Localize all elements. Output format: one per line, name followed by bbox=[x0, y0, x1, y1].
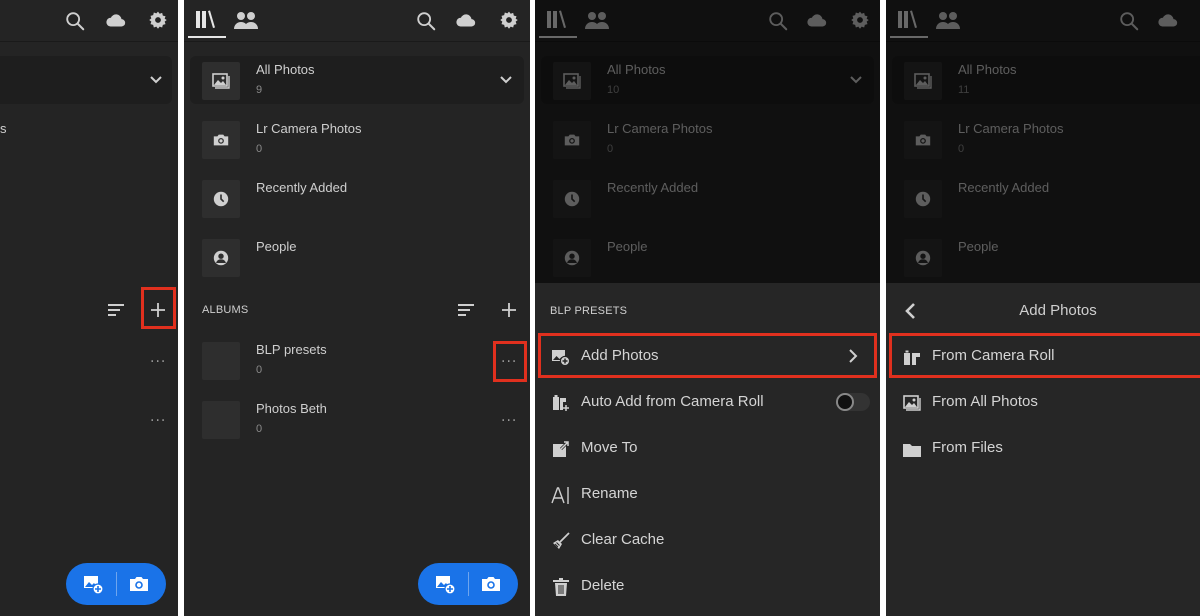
highlight-box bbox=[141, 287, 176, 329]
album-count: 0 bbox=[256, 364, 263, 376]
highlight-box bbox=[493, 341, 527, 382]
chevron-down-icon[interactable] bbox=[148, 72, 164, 88]
row-count: 0 bbox=[256, 143, 263, 155]
auto-add-toggle[interactable] bbox=[836, 393, 870, 411]
albums-heading: ALBUMS bbox=[202, 304, 249, 316]
row-title: Lr Camera Photos bbox=[256, 121, 362, 136]
top-bar bbox=[184, 0, 530, 42]
sort-icon[interactable] bbox=[456, 300, 476, 320]
sheet-title: BLP PRESETS bbox=[550, 305, 628, 317]
menu-item-auto-add[interactable]: Auto Add from Camera Roll bbox=[535, 381, 880, 425]
menu-label: Rename bbox=[581, 485, 638, 502]
trash-icon bbox=[551, 577, 571, 597]
menu-item-move-to[interactable]: Move To bbox=[535, 427, 880, 471]
panel-library-albums: All Photos 9 Lr Camera Photos 0 Recently… bbox=[184, 0, 530, 616]
library-row-recently-added[interactable]: Recently Added bbox=[184, 174, 530, 232]
album-row[interactable]: Photos Beth 0 ··· bbox=[184, 395, 530, 453]
all-photos-card[interactable] bbox=[0, 56, 172, 104]
add-photo-icon[interactable] bbox=[82, 573, 104, 595]
album-row[interactable]: BLP presets 0 ··· bbox=[184, 336, 530, 394]
top-bar bbox=[0, 0, 178, 42]
menu-item-clear-cache[interactable]: Clear Cache bbox=[535, 519, 880, 563]
sheet-title: Add Photos bbox=[1019, 302, 1097, 319]
library-row-people[interactable]: People bbox=[184, 233, 530, 291]
photos-icon bbox=[202, 62, 240, 100]
cloud-icon[interactable] bbox=[104, 10, 126, 32]
camera-icon[interactable] bbox=[128, 573, 150, 595]
sort-icon[interactable] bbox=[106, 300, 126, 320]
toggle-knob bbox=[836, 393, 854, 411]
photos-icon bbox=[902, 393, 922, 413]
gear-icon[interactable] bbox=[148, 10, 170, 32]
row-count: 9 bbox=[256, 84, 263, 96]
fab-divider bbox=[468, 572, 469, 596]
move-to-icon bbox=[551, 439, 571, 459]
album-title: BLP presets bbox=[256, 342, 327, 357]
search-icon[interactable] bbox=[415, 10, 437, 32]
add-photo-icon[interactable] bbox=[434, 573, 456, 595]
gear-icon[interactable] bbox=[499, 10, 521, 32]
album-more-button[interactable]: ··· bbox=[150, 354, 166, 370]
person-icon bbox=[202, 239, 240, 277]
album-more-button[interactable]: ··· bbox=[150, 413, 166, 429]
broom-icon bbox=[551, 531, 571, 551]
auto-add-icon bbox=[551, 393, 571, 413]
folder-icon bbox=[902, 439, 922, 459]
row-title: All Photos bbox=[256, 62, 315, 77]
cloud-icon[interactable] bbox=[454, 10, 476, 32]
album-options-sheet: BLP PRESETS Add Photos Auto Add from Cam… bbox=[535, 283, 880, 616]
chevron-down-icon[interactable] bbox=[498, 72, 514, 88]
camera-icon[interactable] bbox=[480, 573, 502, 595]
dim-overlay[interactable] bbox=[535, 0, 880, 283]
add-photos-sheet: Add Photos From Camera Roll From All Pho… bbox=[886, 283, 1200, 616]
album-thumbnail bbox=[202, 342, 240, 380]
highlight-box bbox=[889, 333, 1200, 378]
people-icon[interactable] bbox=[234, 10, 258, 32]
album-count: 0 bbox=[256, 423, 263, 435]
menu-label: Delete bbox=[581, 577, 625, 594]
library-icon[interactable] bbox=[194, 8, 220, 32]
menu-label: From All Photos bbox=[932, 393, 1038, 410]
menu-label: From Files bbox=[932, 439, 1003, 456]
add-photos-fab bbox=[66, 563, 166, 605]
fab-divider bbox=[116, 572, 117, 596]
panel-library-home: s ··· ··· bbox=[0, 0, 178, 616]
active-tab-indicator bbox=[188, 36, 226, 38]
dim-overlay[interactable] bbox=[886, 0, 1200, 283]
row-title: People bbox=[256, 239, 297, 254]
highlight-box bbox=[538, 333, 877, 378]
menu-item-delete[interactable]: Delete bbox=[535, 565, 880, 609]
clock-icon bbox=[202, 180, 240, 218]
album-more-button[interactable]: ··· bbox=[501, 413, 517, 429]
add-album-icon[interactable] bbox=[499, 300, 519, 320]
partial-label: s bbox=[0, 121, 7, 136]
rename-icon bbox=[551, 485, 571, 505]
library-row-lr-camera[interactable]: Lr Camera Photos 0 bbox=[184, 115, 530, 173]
library-row-all-photos[interactable]: All Photos 9 bbox=[184, 56, 530, 114]
menu-label: Move To bbox=[581, 439, 638, 456]
add-photos-fab bbox=[418, 563, 518, 605]
search-icon[interactable] bbox=[64, 10, 86, 32]
album-thumbnail bbox=[202, 401, 240, 439]
menu-item-from-all-photos[interactable]: From All Photos bbox=[886, 381, 1200, 425]
menu-item-from-files[interactable]: From Files bbox=[886, 427, 1200, 471]
panel-album-options: All Photos 10 Lr Camera Photos 0 Recentl… bbox=[535, 0, 880, 616]
menu-item-rename[interactable]: Rename bbox=[535, 473, 880, 517]
panel-add-photos: All Photos 11 Lr Camera Photos 0 Recentl… bbox=[886, 0, 1200, 616]
camera-icon bbox=[202, 121, 240, 159]
menu-label: Auto Add from Camera Roll bbox=[581, 393, 764, 410]
menu-label: Clear Cache bbox=[581, 531, 665, 548]
row-title: Recently Added bbox=[256, 180, 348, 195]
album-title: Photos Beth bbox=[256, 401, 327, 416]
